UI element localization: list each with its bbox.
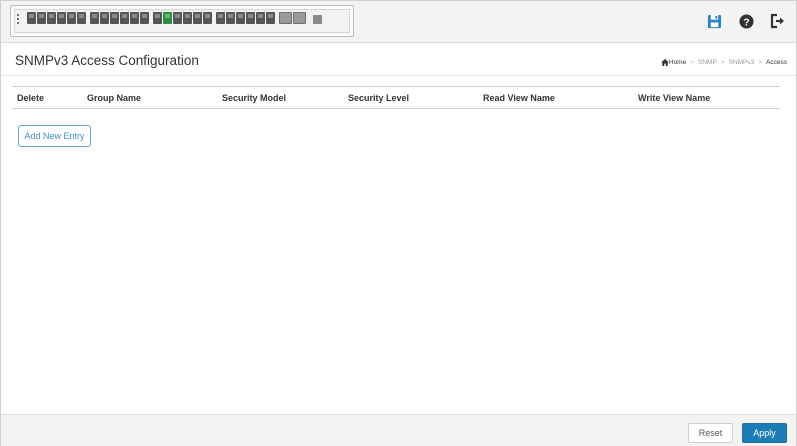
breadcrumb-item-snmp[interactable]: SNMP xyxy=(698,59,717,66)
breadcrumb-separator: > xyxy=(690,59,695,66)
port[interactable] xyxy=(246,12,255,24)
column-header-group-name: Group Name xyxy=(87,93,142,103)
apply-button[interactable]: Apply xyxy=(742,423,787,443)
port[interactable] xyxy=(226,12,235,24)
access-table-header: Delete Group Name Security Model Securit… xyxy=(12,86,780,109)
port-panel xyxy=(27,12,322,24)
port[interactable] xyxy=(77,12,86,24)
sfp-port[interactable] xyxy=(293,12,306,24)
breadcrumb-home-label: Home xyxy=(668,59,687,66)
system-led-indicators xyxy=(17,14,21,28)
console-port xyxy=(313,15,322,24)
port[interactable] xyxy=(216,12,225,24)
port-group xyxy=(27,12,86,24)
port[interactable] xyxy=(183,12,192,24)
column-header-read-view-name: Read View Name xyxy=(483,93,555,103)
port-group xyxy=(216,12,275,24)
top-bar: ? xyxy=(1,1,796,43)
port-group xyxy=(90,12,149,24)
port[interactable] xyxy=(37,12,46,24)
home-icon xyxy=(660,59,669,66)
footer-bar: Reset Apply xyxy=(1,414,796,446)
port[interactable] xyxy=(90,12,99,24)
page-title: SNMPv3 Access Configuration xyxy=(15,53,199,68)
port[interactable] xyxy=(140,12,149,24)
breadcrumb-item-access: Access xyxy=(766,59,787,66)
switch-front-panel xyxy=(10,5,354,37)
app-frame: ? SNMPv3 Access Configuration Home > SNM… xyxy=(0,0,797,446)
logout-icon[interactable] xyxy=(770,13,786,29)
breadcrumb-separator: > xyxy=(720,59,725,66)
port[interactable] xyxy=(256,12,265,24)
port[interactable] xyxy=(100,12,109,24)
save-icon[interactable] xyxy=(706,13,722,29)
port[interactable] xyxy=(120,12,129,24)
breadcrumb-separator: > xyxy=(758,59,763,66)
port[interactable] xyxy=(67,12,76,24)
column-header-delete: Delete xyxy=(17,93,45,103)
port[interactable] xyxy=(130,12,139,24)
svg-text:?: ? xyxy=(743,17,749,28)
port[interactable] xyxy=(57,12,66,24)
header-icon-bar: ? xyxy=(706,13,786,29)
breadcrumb-home[interactable]: Home xyxy=(660,59,687,66)
port[interactable] xyxy=(110,12,119,24)
column-header-security-model: Security Model xyxy=(222,93,287,103)
breadcrumb: Home > SNMP > SNMPv3 > Access xyxy=(660,59,787,66)
sfp-port[interactable] xyxy=(279,12,292,24)
column-header-security-level: Security Level xyxy=(348,93,410,103)
help-icon[interactable]: ? xyxy=(738,13,754,29)
page-title-bar: SNMPv3 Access Configuration Home > SNMP … xyxy=(1,44,796,76)
add-new-entry-button[interactable]: Add New Entry xyxy=(18,125,91,147)
port[interactable] xyxy=(173,12,182,24)
reset-button[interactable]: Reset xyxy=(688,423,733,443)
breadcrumb-item-snmpv3[interactable]: SNMPv3 xyxy=(729,59,755,66)
column-header-write-view-name: Write View Name xyxy=(638,93,711,103)
port[interactable] xyxy=(47,12,56,24)
port-link-up[interactable] xyxy=(163,12,172,24)
port[interactable] xyxy=(193,12,202,24)
port-group xyxy=(153,12,212,24)
port[interactable] xyxy=(266,12,275,24)
port[interactable] xyxy=(236,12,245,24)
port[interactable] xyxy=(203,12,212,24)
port[interactable] xyxy=(153,12,162,24)
port[interactable] xyxy=(27,12,36,24)
